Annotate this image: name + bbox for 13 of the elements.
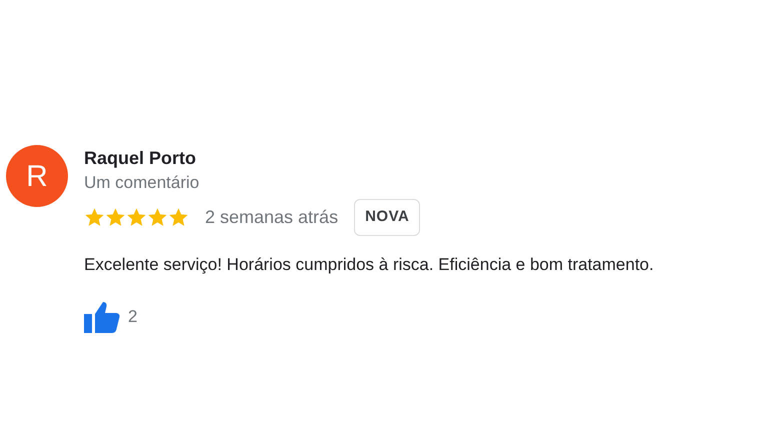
like-count: 2 [128, 306, 138, 328]
new-label: NOVA [354, 199, 420, 236]
thumbs-up-icon[interactable] [84, 301, 120, 333]
star-icon [126, 206, 147, 228]
star-icon [168, 206, 189, 228]
avatar: R [6, 145, 68, 207]
author-review-count: Um comentário [84, 172, 200, 194]
review-time: 2 semanas atrás [205, 206, 338, 229]
star-icon [84, 206, 105, 228]
author-name[interactable]: Raquel Porto [84, 145, 654, 171]
star-icon [147, 206, 168, 228]
star-icon [105, 206, 126, 228]
review-text: Excelente serviço! Horários cumpridos à risca. Eficiência e bom tratamento. [84, 254, 654, 276]
